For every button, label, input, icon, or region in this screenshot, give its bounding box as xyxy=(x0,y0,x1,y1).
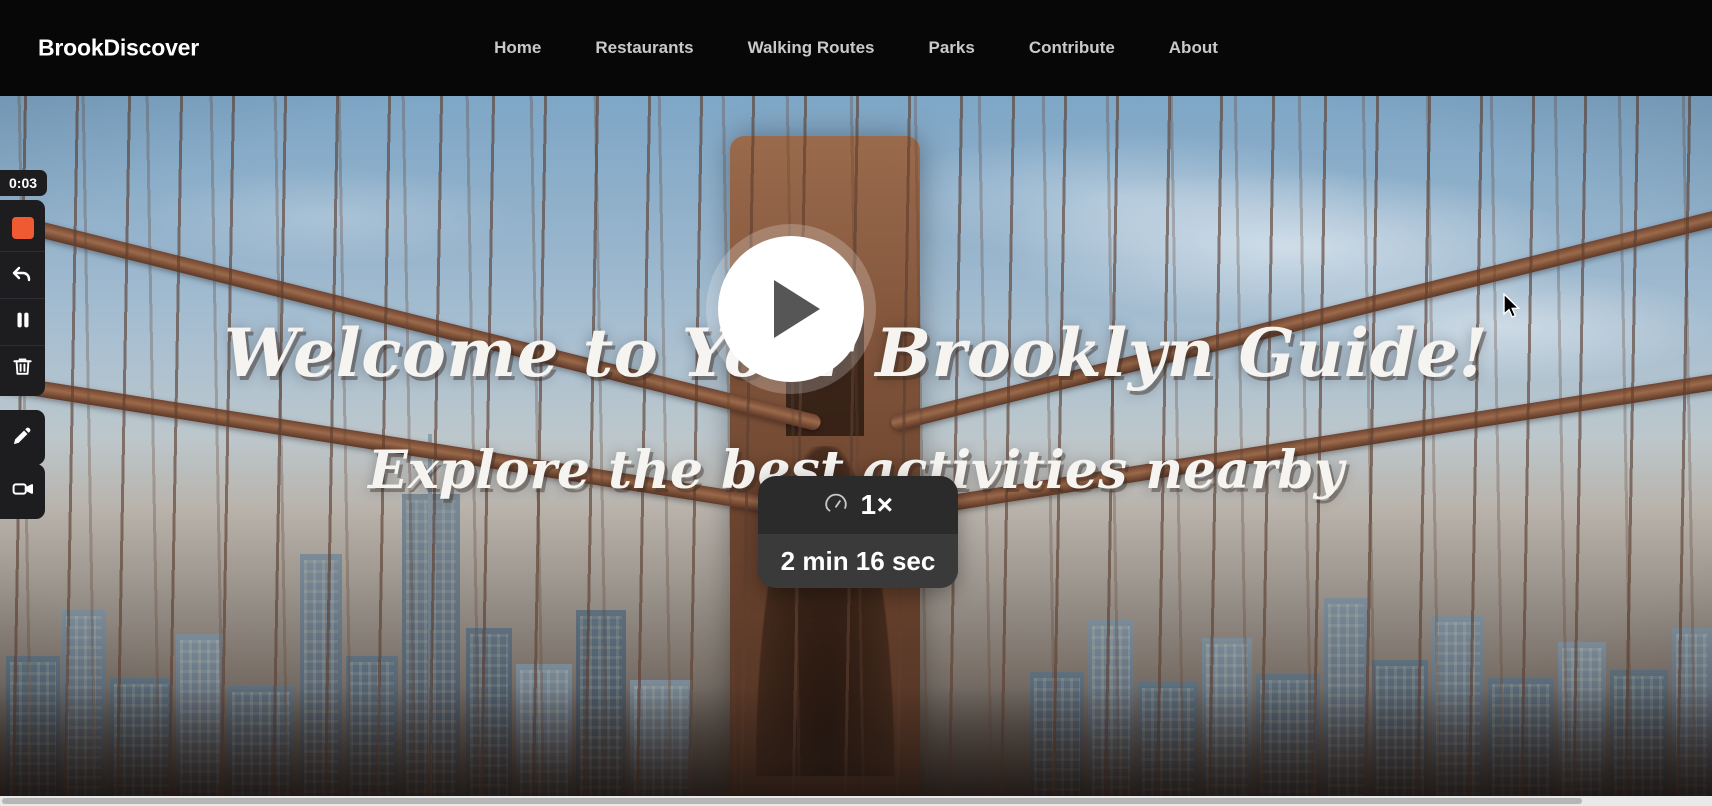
nav-home[interactable]: Home xyxy=(467,32,568,64)
site-navbar: BrookDiscover Home Restaurants Walking R… xyxy=(0,0,1712,96)
playback-speed-value: 1× xyxy=(860,489,894,520)
nav-walking-routes[interactable]: Walking Routes xyxy=(721,32,902,64)
nav-parks[interactable]: Parks xyxy=(902,32,1002,64)
speedometer-icon xyxy=(823,490,849,521)
video-camera-icon xyxy=(11,477,35,506)
bridge-walkway xyxy=(0,686,1712,806)
annotate-button[interactable] xyxy=(0,414,45,461)
stop-square-icon xyxy=(11,216,34,239)
stop-recording-button[interactable] xyxy=(0,204,45,251)
undo-arrow-icon xyxy=(11,261,35,290)
camera-button[interactable] xyxy=(0,468,45,515)
undo-button[interactable] xyxy=(0,251,45,298)
play-button-circle xyxy=(718,236,864,382)
video-info-overlay: 1× 2 min 16 sec xyxy=(758,476,958,588)
recording-timer: 0:03 xyxy=(0,170,48,196)
annotate-toolbar xyxy=(0,410,45,465)
browser-viewport: BrookDiscover Home Restaurants Walking R… xyxy=(0,0,1712,806)
scrollbar-thumb[interactable] xyxy=(2,798,1582,804)
nav-restaurants[interactable]: Restaurants xyxy=(568,32,720,64)
pen-icon xyxy=(11,424,34,452)
video-play-button[interactable] xyxy=(706,224,876,394)
delete-recording-button[interactable] xyxy=(0,345,45,392)
playback-speed-row[interactable]: 1× xyxy=(758,476,958,534)
trash-icon xyxy=(11,355,34,383)
nav-contribute[interactable]: Contribute xyxy=(1002,32,1142,64)
recording-toolbar xyxy=(0,200,45,396)
camera-toolbar xyxy=(0,464,45,519)
pause-icon xyxy=(12,309,34,336)
nav-about[interactable]: About xyxy=(1142,32,1245,64)
horizontal-scrollbar[interactable] xyxy=(0,796,1712,806)
pause-recording-button[interactable] xyxy=(0,298,45,345)
play-triangle-icon xyxy=(774,280,820,338)
video-duration-label: 2 min 16 sec xyxy=(758,534,958,588)
primary-navigation: Home Restaurants Walking Routes Parks Co… xyxy=(0,32,1712,64)
hero-video-section[interactable]: Welcome to Your Brooklyn Guide! Explore … xyxy=(0,96,1712,806)
